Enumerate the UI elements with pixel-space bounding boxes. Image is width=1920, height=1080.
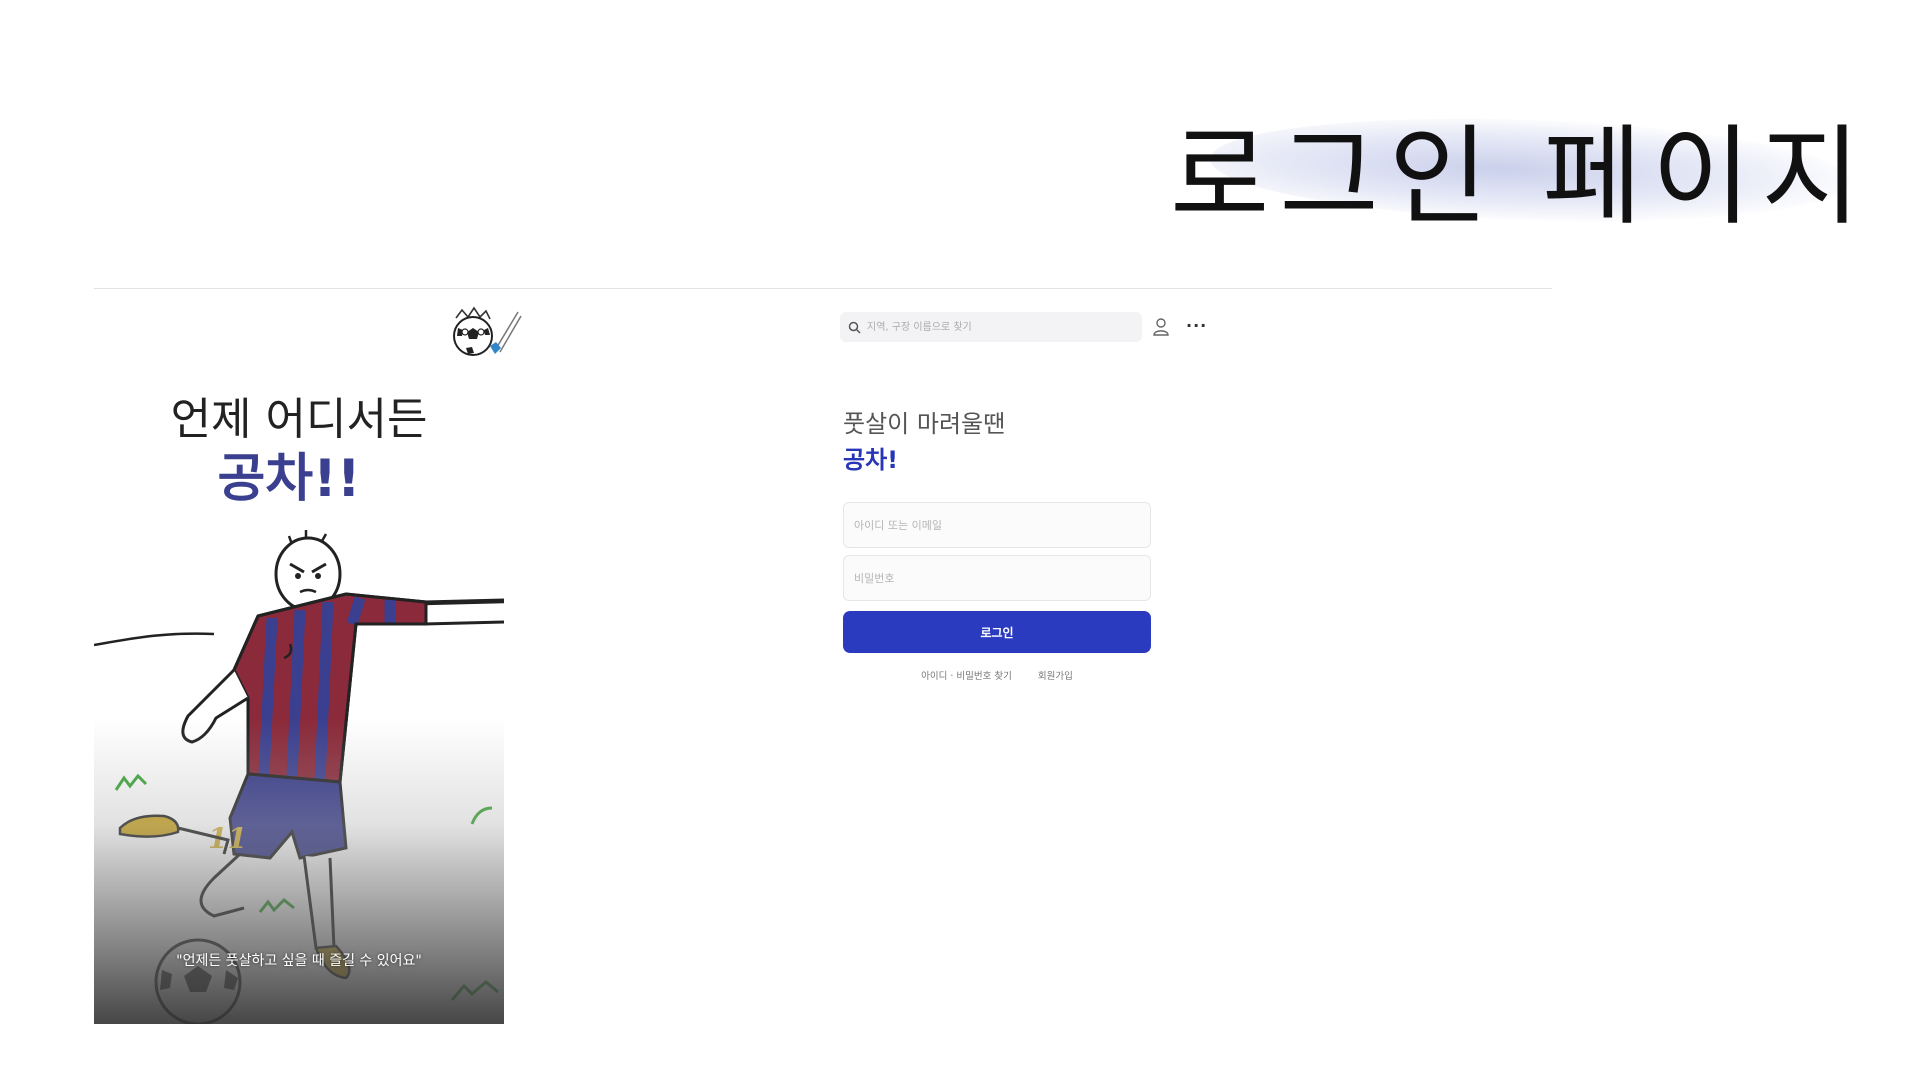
login-brand: 공차! <box>843 446 899 474</box>
auth-links: 아이디 · 비밀번호 찾기 회원가입 <box>843 668 1151 682</box>
slide-title: 로그인 페이지 <box>1170 115 1871 240</box>
illus-headline-line1: 언제 어디서든 <box>171 394 428 445</box>
hero-illustration: 언제 어디서든 공차!! "언제든 풋살하고 싶을 때 즐길 수 있어요" <box>94 388 504 1024</box>
more-icon[interactable]: ··· <box>1186 318 1207 334</box>
illus-headline-line2: 공차!! <box>217 449 360 509</box>
slide-title-area: 로그인 페이지 <box>1150 80 1870 240</box>
user-icon[interactable] <box>1152 317 1170 337</box>
find-account-link[interactable]: 아이디 · 비밀번호 찾기 <box>921 668 1012 682</box>
login-subheading: 풋살이 마려울땐 <box>843 410 1006 438</box>
login-button[interactable]: 로그인 <box>843 611 1151 653</box>
search-bar[interactable] <box>840 312 1142 342</box>
slide: 로그인 페이지 ··· 언제 어디서든 공차!! <box>0 0 1920 1080</box>
id-input[interactable] <box>843 502 1151 548</box>
password-input[interactable] <box>843 555 1151 601</box>
tagline: "언제든 풋살하고 싶을 때 즐길 수 있어요" <box>176 953 422 969</box>
signup-link[interactable]: 회원가입 <box>1038 668 1073 682</box>
illustration-fade <box>94 718 504 1024</box>
logo-icon[interactable] <box>448 302 522 358</box>
search-icon <box>848 321 861 334</box>
header-divider <box>94 288 1552 289</box>
search-input[interactable] <box>865 320 1129 334</box>
